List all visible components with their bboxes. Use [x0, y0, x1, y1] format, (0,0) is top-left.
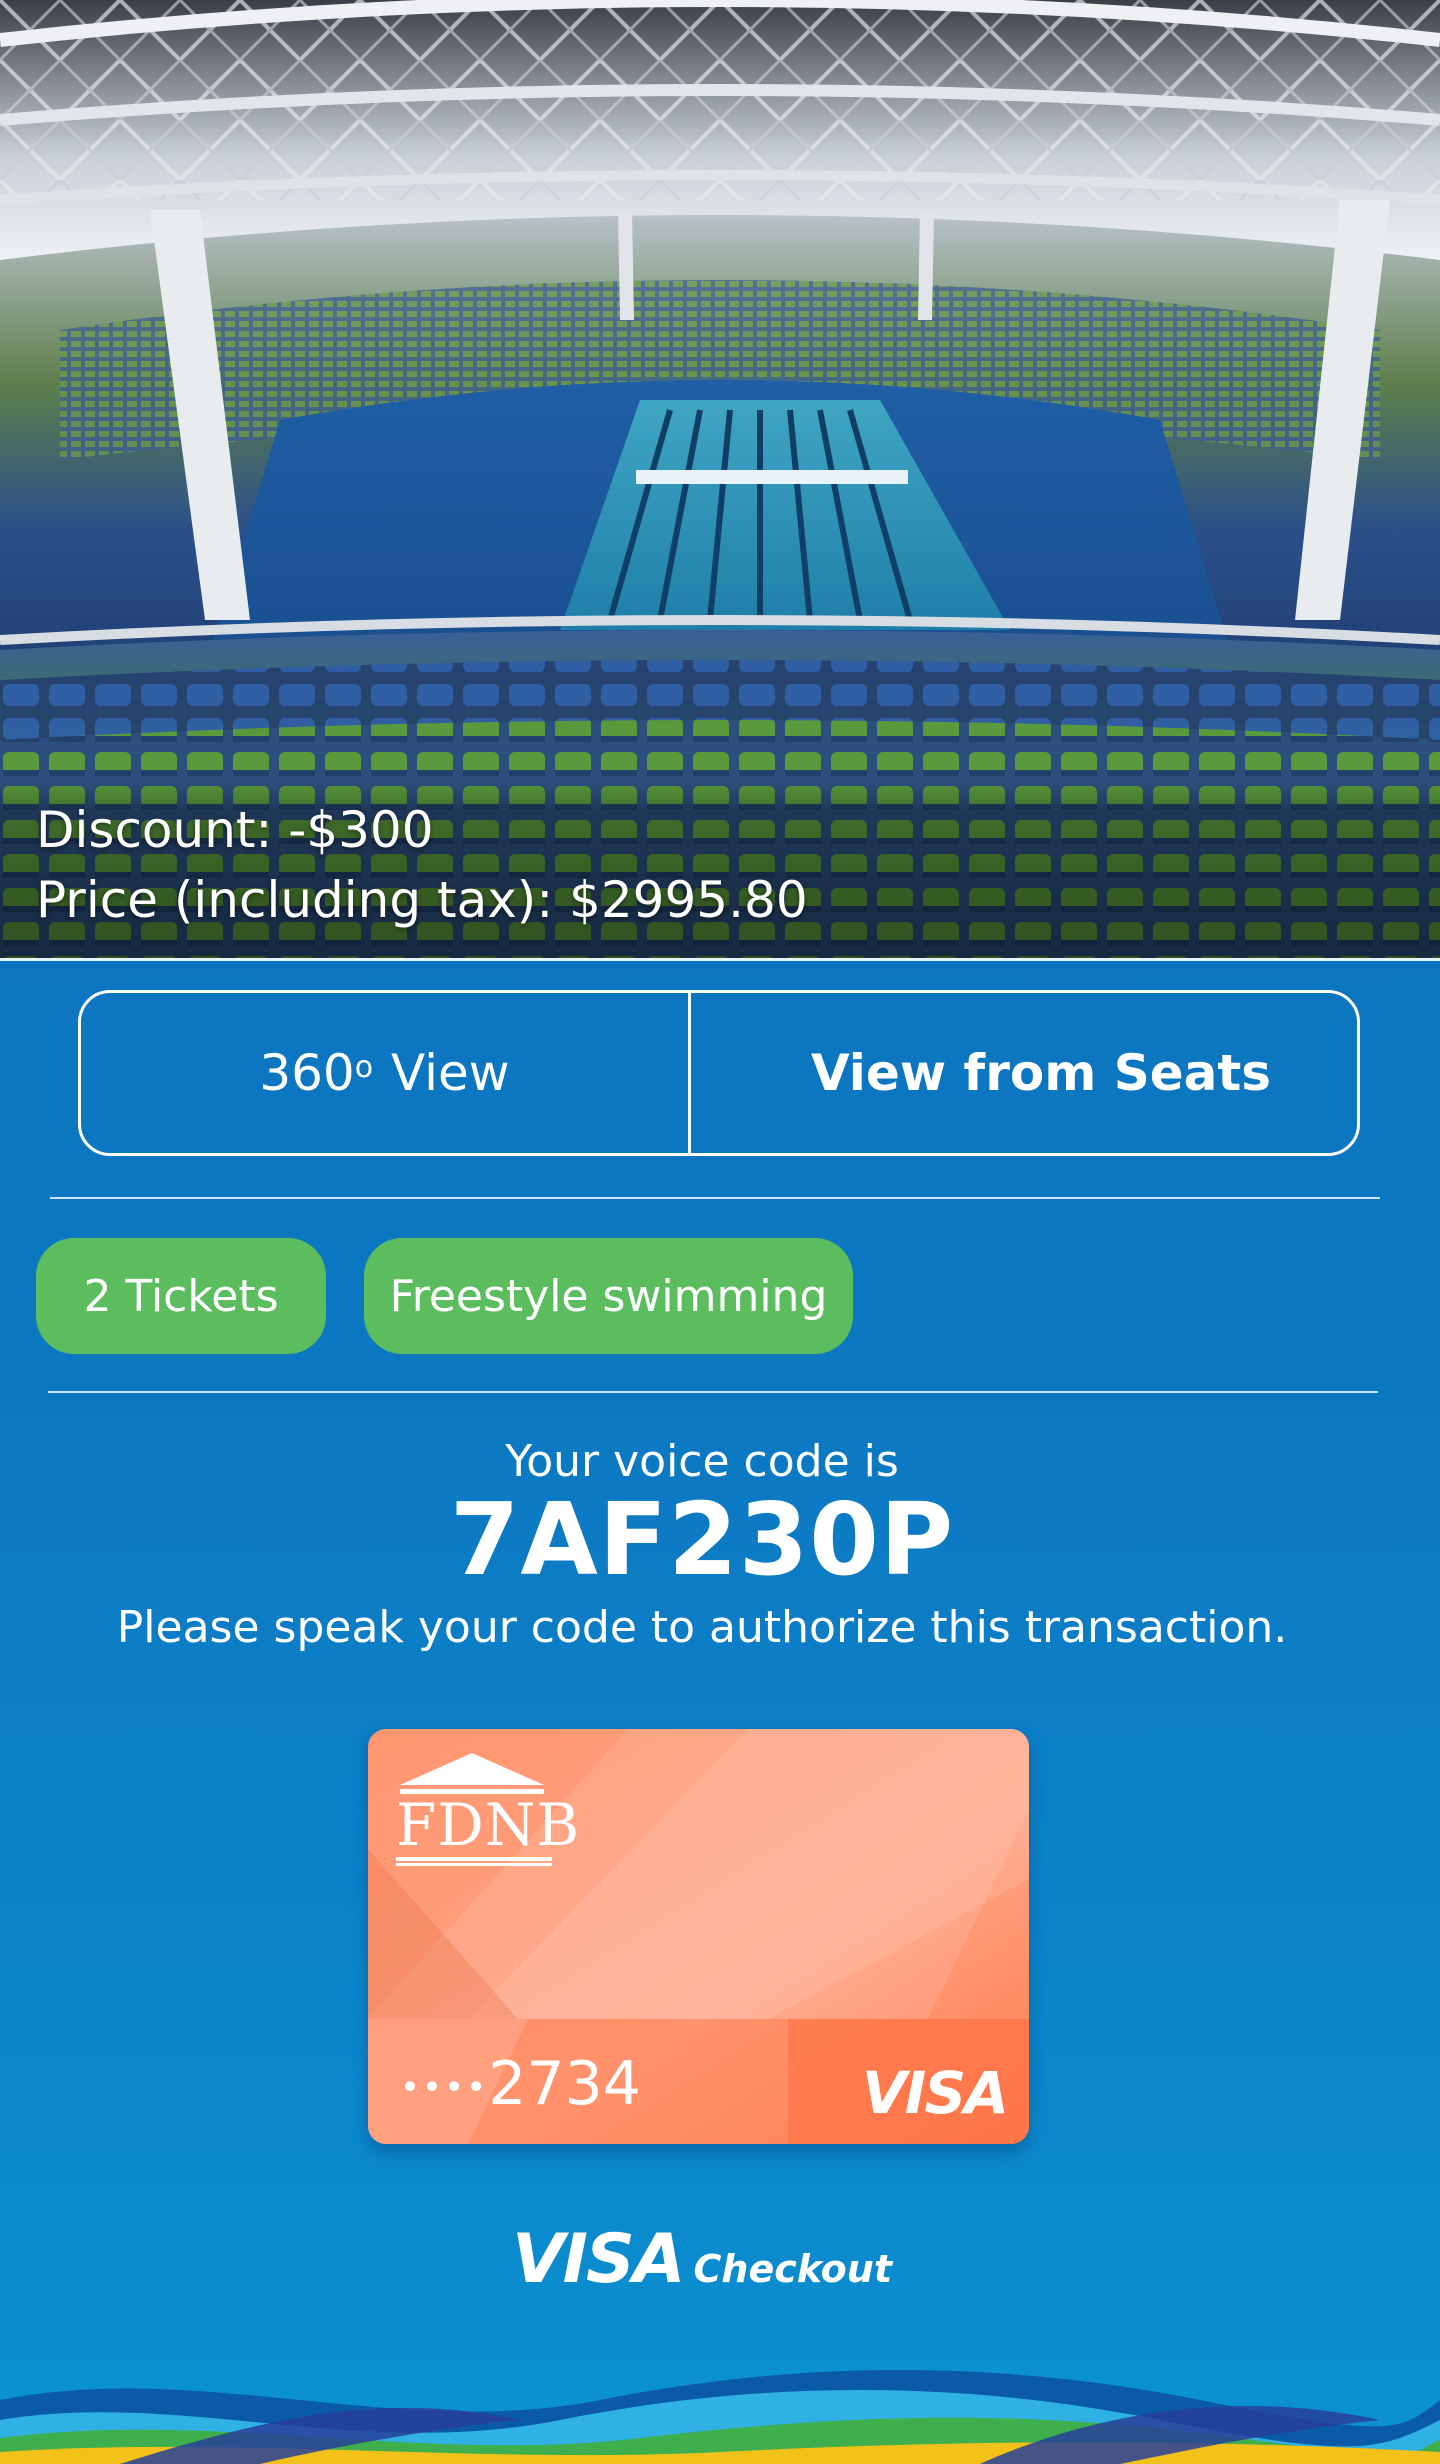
view-from-seats-button[interactable]: View from Seats: [691, 993, 1357, 1153]
card-bank-name: FDNB: [396, 1791, 581, 1859]
price-text: Price (including tax): $2995.80: [36, 871, 808, 929]
card-number: ••••2734: [400, 2049, 641, 2119]
bank-underline: [396, 1857, 552, 1866]
divider: [50, 1197, 1380, 1199]
360-view-button[interactable]: 360 o View: [81, 993, 691, 1153]
card-last4: 2734: [488, 2049, 641, 2119]
degree-symbol: o: [354, 1049, 374, 1085]
voice-code-instruction: Please speak your code to authorize this…: [116, 1602, 1288, 1653]
360-view-label: View: [391, 1044, 510, 1102]
visa-checkout-visa: VISA: [511, 2220, 686, 2299]
decorative-waves: [0, 2360, 1440, 2464]
bank-building-icon: [400, 1753, 544, 1794]
discount-text: Discount: -$300: [36, 801, 434, 859]
360-view-number: 360: [259, 1044, 355, 1102]
visa-checkout-logo: VISA Checkout: [0, 2220, 1404, 2299]
tickets-chip[interactable]: 2 Tickets: [36, 1238, 326, 1354]
stadium-hero-image: Discount: -$300 Price (including tax): $…: [0, 0, 1440, 958]
visa-checkout-label: Checkout: [693, 2247, 892, 2291]
view-toggle: 360 o View View from Seats: [78, 990, 1360, 1156]
card-mask-dots: ••••: [400, 2067, 489, 2108]
divider: [48, 1391, 1378, 1393]
hero-bottom-border: [0, 958, 1440, 961]
payment-card[interactable]: FDNB ••••2734 VISA: [368, 1729, 1029, 2144]
visa-logo: VISA: [861, 2059, 1009, 2127]
voice-code: 7AF230P: [449, 1481, 955, 1598]
event-chip[interactable]: Freestyle swimming: [364, 1238, 853, 1354]
